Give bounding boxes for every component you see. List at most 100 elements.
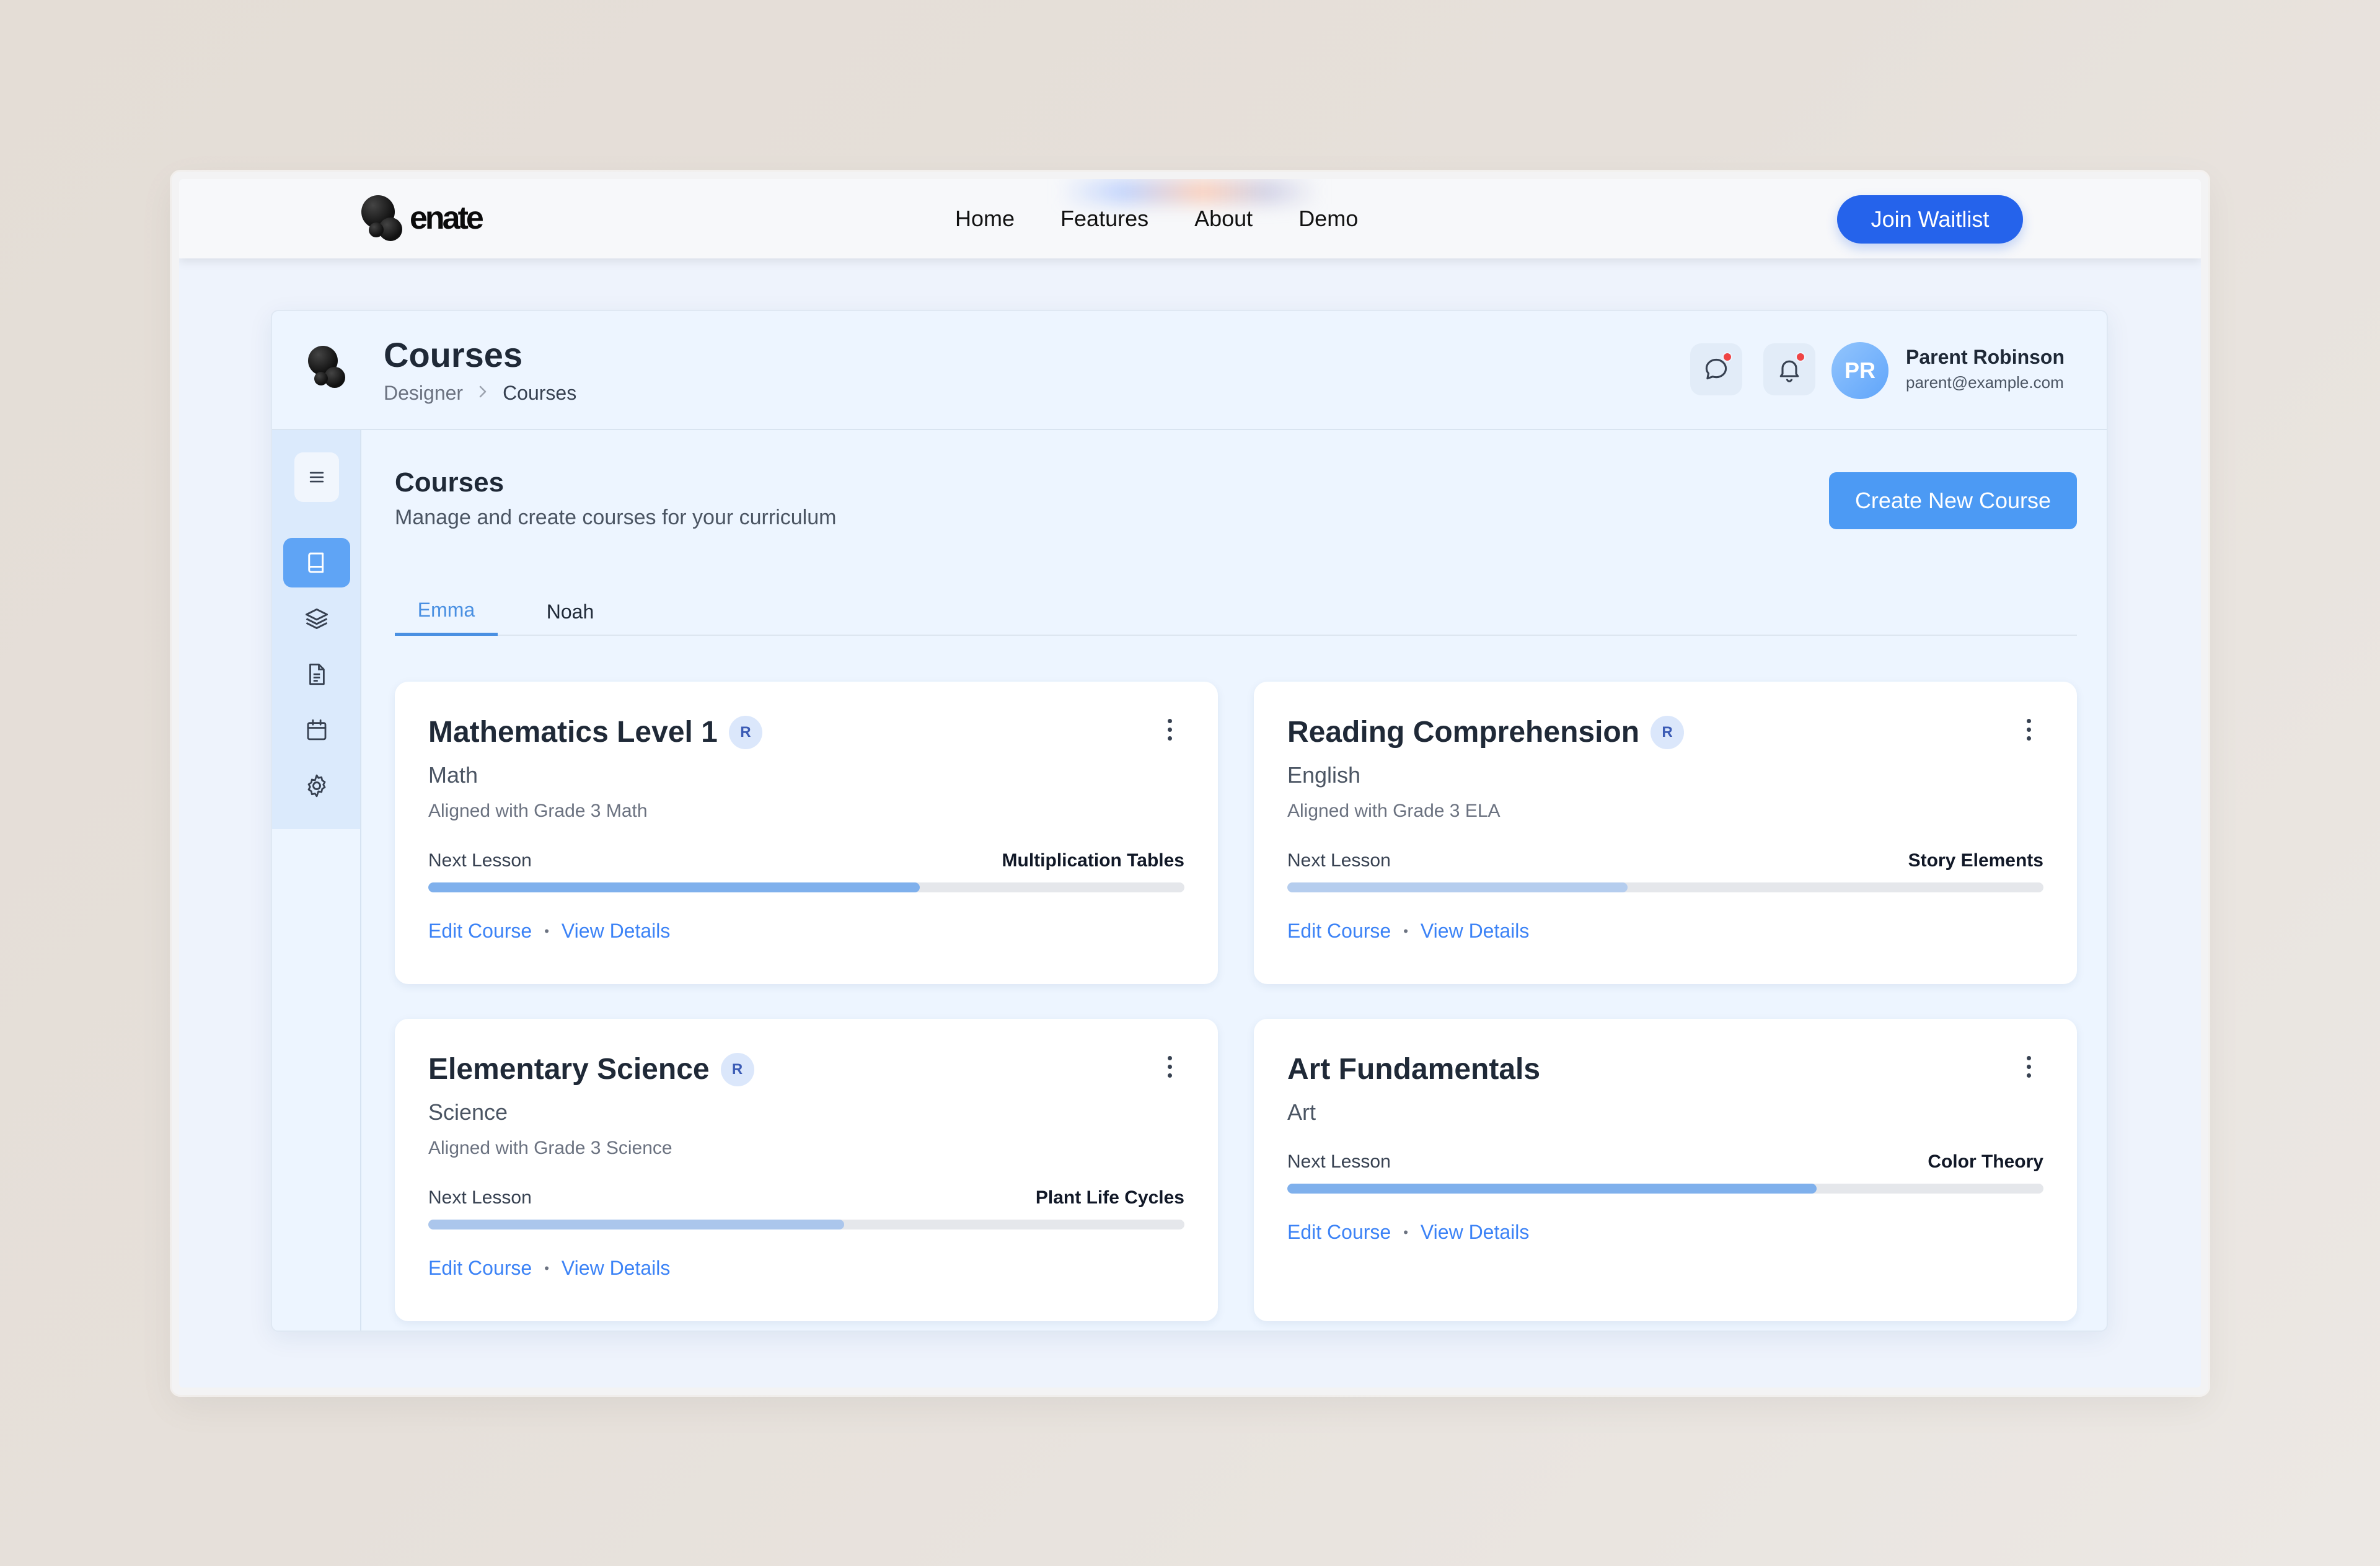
course-title: Mathematics Level 1 R <box>428 715 762 749</box>
course-actions: Edit Course • View Details <box>428 920 670 943</box>
more-options-icon[interactable] <box>1163 718 1176 742</box>
avatar[interactable]: PR <box>1831 342 1889 399</box>
book-icon <box>308 552 324 573</box>
breadcrumb-parent[interactable]: Designer <box>384 382 463 405</box>
app-header: Courses Designer Courses PR Parent Robin… <box>272 311 2107 430</box>
course-subject: Art <box>1287 1099 1316 1125</box>
progress-fill <box>428 882 920 892</box>
course-badge: R <box>720 1052 754 1086</box>
logo-text: enate <box>410 200 484 236</box>
progress-bar <box>428 882 1184 892</box>
course-title-text: Reading Comprehension <box>1287 716 1640 749</box>
course-badge: R <box>728 715 762 749</box>
course-subject: Math <box>428 762 478 788</box>
course-card: Art Fundamentals Art Next Lesson Color T… <box>1254 1019 2077 1321</box>
progress-bar <box>1287 1184 2043 1194</box>
edit-course-link[interactable]: Edit Course <box>1287 1221 1391 1244</box>
create-course-button[interactable]: Create New Course <box>1829 472 2077 529</box>
separator-dot: • <box>1403 923 1408 939</box>
notification-dot <box>1722 352 1732 362</box>
viewport: enate Home Features About Demo Join Wait… <box>179 179 2201 1388</box>
page-title: Courses <box>384 335 523 374</box>
next-lesson-value: Color Theory <box>1928 1151 2043 1172</box>
view-details-link[interactable]: View Details <box>1421 1221 1529 1244</box>
course-subject: English <box>1287 762 1361 788</box>
sidebar-spacer <box>272 829 361 1331</box>
browser-frame: enate Home Features About Demo Join Wait… <box>172 172 2208 1395</box>
edit-course-link[interactable]: Edit Course <box>428 920 532 943</box>
course-card: Elementary Science R Science Aligned wit… <box>395 1019 1218 1321</box>
view-details-link[interactable]: View Details <box>562 1257 670 1280</box>
sidebar-item-layers[interactable] <box>283 594 350 643</box>
user-name: Parent Robinson <box>1906 346 2065 368</box>
separator-dot: • <box>1403 1224 1408 1240</box>
course-badge: R <box>1651 715 1685 749</box>
nav-link-demo[interactable]: Demo <box>1298 206 1358 232</box>
progress-fill <box>428 1220 844 1229</box>
course-card: Mathematics Level 1 R Math Aligned with … <box>395 682 1218 984</box>
layers-icon <box>306 608 328 630</box>
join-waitlist-button[interactable]: Join Waitlist <box>1837 195 2023 244</box>
student-tabs: Emma Noah <box>395 587 2077 636</box>
course-title-text: Art Fundamentals <box>1287 1053 1541 1086</box>
course-title: Elementary Science R <box>428 1052 754 1086</box>
gear-icon <box>307 774 326 798</box>
section-title: Courses <box>395 467 505 498</box>
course-title: Art Fundamentals <box>1287 1052 1540 1086</box>
messages-button[interactable] <box>1690 343 1742 395</box>
course-subject: Science <box>428 1099 508 1125</box>
course-actions: Edit Course • View Details <box>428 1257 670 1280</box>
view-details-link[interactable]: View Details <box>1421 920 1529 943</box>
next-lesson-label: Next Lesson <box>428 850 532 871</box>
section-subtitle: Manage and create courses for your curri… <box>395 506 837 529</box>
course-actions: Edit Course • View Details <box>1287 920 1529 943</box>
tab-emma[interactable]: Emma <box>395 587 498 636</box>
more-options-icon[interactable] <box>1163 1055 1176 1080</box>
edit-course-link[interactable]: Edit Course <box>428 1257 532 1280</box>
calendar-icon <box>307 719 327 741</box>
nav-link-home[interactable]: Home <box>955 206 1015 232</box>
next-lesson-value: Plant Life Cycles <box>1035 1187 1184 1208</box>
user-email: parent@example.com <box>1906 373 2064 392</box>
view-details-link[interactable]: View Details <box>562 920 670 943</box>
breadcrumb-current: Courses <box>503 382 577 404</box>
nav-link-about[interactable]: About <box>1194 206 1253 232</box>
sidebar-item-documents[interactable] <box>283 649 350 699</box>
course-alignment: Aligned with Grade 3 Science <box>428 1138 672 1158</box>
app-logo-icon[interactable] <box>308 346 350 393</box>
progress-bar <box>428 1220 1184 1229</box>
next-lesson-label: Next Lesson <box>1287 1151 1391 1172</box>
sidebar-item-calendar[interactable] <box>283 705 350 755</box>
course-title-text: Elementary Science <box>428 1053 710 1086</box>
sidebar <box>272 430 361 829</box>
next-lesson-label: Next Lesson <box>1287 850 1391 871</box>
next-lesson-value: Story Elements <box>1908 850 2043 871</box>
next-lesson-label: Next Lesson <box>428 1187 532 1208</box>
site-logo[interactable]: enate <box>361 195 484 242</box>
course-alignment: Aligned with Grade 3 ELA <box>1287 801 1501 821</box>
app-panel: Courses Designer Courses PR Parent Robin… <box>271 310 2108 1332</box>
edit-course-link[interactable]: Edit Course <box>1287 920 1391 943</box>
tab-noah[interactable]: Noah <box>524 587 617 636</box>
document-icon <box>309 663 325 685</box>
nav-link-features[interactable]: Features <box>1060 206 1148 232</box>
sidebar-item-courses[interactable] <box>283 538 350 587</box>
sidebar-item-settings[interactable] <box>283 761 350 811</box>
course-title: Reading Comprehension R <box>1287 715 1685 749</box>
logo-mark-icon <box>361 195 405 242</box>
menu-toggle-button[interactable] <box>294 452 339 502</box>
more-options-icon[interactable] <box>2022 1055 2035 1080</box>
breadcrumb: Designer Courses <box>384 382 576 405</box>
hamburger-icon <box>309 472 324 483</box>
separator-dot: • <box>544 1260 549 1276</box>
course-title-text: Mathematics Level 1 <box>428 716 718 749</box>
course-card: Reading Comprehension R English Aligned … <box>1254 682 2077 984</box>
notifications-button[interactable] <box>1763 343 1815 395</box>
site-nav-links: Home Features About Demo <box>955 179 1404 258</box>
separator-dot: • <box>544 923 549 939</box>
more-options-icon[interactable] <box>2022 718 2035 742</box>
progress-bar <box>1287 882 2043 892</box>
course-alignment: Aligned with Grade 3 Math <box>428 801 648 821</box>
progress-fill <box>1287 1184 1817 1194</box>
chevron-right-icon <box>478 383 488 404</box>
